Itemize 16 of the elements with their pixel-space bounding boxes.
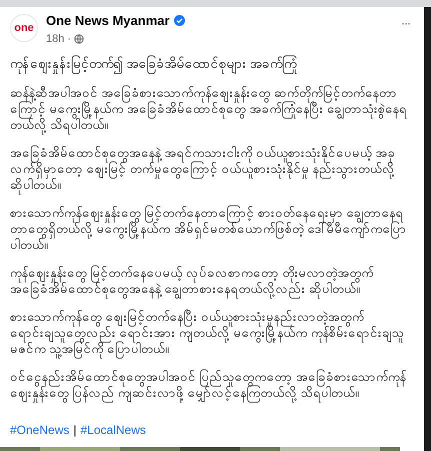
page-avatar[interactable]: one — [10, 14, 38, 42]
globe-icon — [74, 34, 84, 44]
hashtag-separator: | — [73, 422, 76, 439]
post-paragraph: အခြေခံအိမ်ထောင်စုတွေအနေနဲ့ အရင်ကသားငါးကို ဝယ်ယူစားသုံးနိုင်ပေမယ့် အခုလက်ရှိမှာတော့ ဈေးမြင့် တက်မှုတွေကြောင့် ဝယ်ယူစားသုံးနိုင်မှု နည်းသွားတယ်လို့ ဆိုပါတယ်။ — [10, 145, 410, 193]
page-name[interactable]: One News Myanmar — [46, 11, 170, 30]
post-paragraph: ဝင်ငွေနည်းအိမ်ထောင်စုတွေအပါအဝင် ပြည်သူတွေကတော့ အခြေခံစားသောက်ကုန်ဈေးနှုန်းတွေ ပြန်လည် ကျဆင်းလာဖို့ မျှော်လင့်နေကြတယ်လို့ သိရပါတယ်။ — [10, 369, 410, 401]
more-options-button[interactable]: ··· — [401, 17, 410, 29]
separator-dot: · — [67, 32, 72, 46]
post-paragraph: ကုန်ဈေးနှုန်းတွေ မြင့်တက်နေပေမယ့် လုပ်ခလစာကတော့ တိုးမလာတဲ့အတွက် အခြေခံအိမ်ထောင်စုတွေအနေနဲ့ ချွေတာစားနေရတယ်လို့လည်း ဆိုပါတယ်။ — [10, 265, 410, 297]
post-paragraph: စားသောက်ကုန်ဈေးနှုန်းတွေ မြင့်တက်နေတာကြောင့် စားဝတ်နေရေးမှာ ချွေတာနေရတာတွေရှိတယ်လို့ မကွေးမြို့နယ်က အိမ်ရှင်မတစ်ယောက်ဖြစ်တဲ့ ဒေါ်မီမီကျော်ကပြောပါတယ်။ — [10, 205, 408, 253]
post-paragraph: ဆန်နဲ့ဆီအပါအဝင် အခြေခံစားသောက်ကုန်ဈေးနှုန်းတွေ ဆက်တိုက်မြင့်တက်နေတာကြောင့် မကွေးမြို့နယ်က အခြေခံအိမ်ထောင်စုတွေ အခက်ကြုံနေပြီး ချွေတာသုံးစွဲနေရတယ်လို့ သိရပါတယ်။ — [10, 85, 410, 133]
hashtag-link[interactable]: #OneNews — [10, 421, 70, 439]
post-time[interactable]: 18h — [46, 30, 64, 47]
post-paragraph: စားသောက်ကုန်တွေ ဈေးမြင့်တက်နေပြီး ဝယ်ယူစားသုံးမှုနည်းလာတဲ့အတွက် ရောင်းချသူတွေလည်း ရောင်းအား ကျတယ်လို့ မကွေးမြို့နယ်က ကုန်စိမ်းရောင်းချသူ မဇင်က သူ့အမြင်ကို ပြောပါတယ်။ — [10, 309, 410, 357]
post-headline: ကုန်ဈေးနှုန်းမြင့်တက်၍ အခြေခံအိမ်ထောင်စုများ အခက်ကြုံ — [10, 55, 410, 73]
hashtag-link[interactable]: #LocalNews — [80, 421, 146, 439]
